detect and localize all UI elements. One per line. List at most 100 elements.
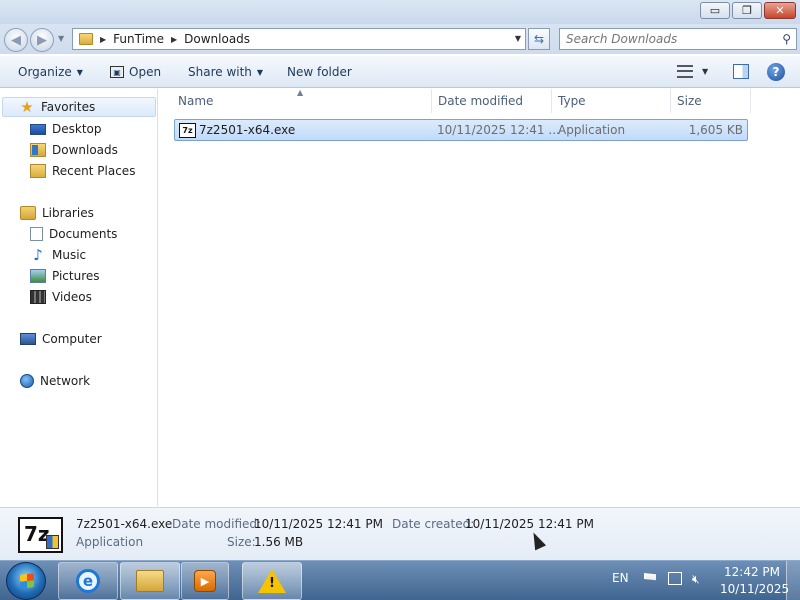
warning-icon: ! bbox=[258, 569, 286, 593]
details-size-value: 1.56 MB bbox=[254, 535, 304, 549]
clock-time[interactable]: 12:42 PM bbox=[724, 565, 780, 579]
sidebar-item-label: Network bbox=[40, 374, 91, 388]
sidebar-item-recent-places[interactable]: Recent Places bbox=[30, 161, 135, 181]
details-file-type: Application bbox=[76, 535, 144, 549]
maximize-button[interactable]: ❐ bbox=[732, 2, 762, 19]
breadcrumb-separator-icon[interactable]: ▶ bbox=[171, 35, 177, 44]
sidebar-item-desktop[interactable]: Desktop bbox=[30, 119, 102, 139]
sidebar-item-label: Documents bbox=[49, 227, 118, 241]
details-date-modified-value: 10/11/2025 12:41 PM bbox=[254, 517, 383, 531]
sidebar-item-favorites[interactable]: ★ Favorites bbox=[2, 97, 156, 117]
chevron-down-icon: ▼ bbox=[76, 67, 83, 77]
open-icon: ▣ bbox=[110, 66, 124, 78]
taskbar-media-player[interactable]: ▶ bbox=[181, 562, 229, 600]
details-file-name: 7z2501-x64.exe bbox=[76, 517, 173, 531]
recent-pages-dropdown-icon[interactable]: ▼ bbox=[58, 34, 68, 46]
film-strip-icon bbox=[30, 290, 46, 304]
title-bar: ▭ ❐ ✕ bbox=[0, 0, 800, 24]
preview-pane-icon[interactable] bbox=[733, 64, 749, 79]
details-date-created-label: Date created: bbox=[392, 517, 475, 531]
search-input[interactable] bbox=[560, 32, 770, 46]
taskbar-warning-app[interactable]: ! bbox=[242, 562, 302, 600]
file-list: ▲ Name Date modified Type Size 7z 7z2501… bbox=[160, 88, 800, 506]
sidebar-item-downloads[interactable]: Downloads bbox=[30, 140, 118, 160]
computer-icon bbox=[20, 333, 36, 345]
sidebar-item-music[interactable]: ♪ Music bbox=[30, 245, 86, 265]
show-desktop-button[interactable] bbox=[786, 561, 800, 600]
breadcrumb-downloads[interactable]: Downloads bbox=[184, 32, 250, 46]
minimize-button[interactable]: ▭ bbox=[700, 2, 730, 19]
close-button[interactable]: ✕ bbox=[764, 2, 796, 19]
search-icon[interactable]: ⚲ bbox=[782, 32, 791, 46]
sidebar-item-label: Recent Places bbox=[52, 164, 136, 178]
help-icon[interactable]: ? bbox=[767, 63, 785, 81]
network-status-icon[interactable] bbox=[668, 572, 682, 585]
file-name: 7z2501-x64.exe bbox=[199, 123, 296, 137]
start-button[interactable] bbox=[6, 562, 46, 600]
new-folder-button[interactable]: New folder bbox=[287, 65, 352, 79]
share-with-button[interactable]: Share with ▼ bbox=[188, 65, 263, 79]
taskbar-windows-explorer[interactable] bbox=[120, 562, 180, 600]
recent-places-icon bbox=[30, 164, 46, 178]
view-options-chevron-icon[interactable]: ▼ bbox=[702, 67, 708, 76]
network-globe-icon bbox=[20, 374, 34, 388]
back-button[interactable]: ◀ bbox=[4, 28, 28, 52]
music-note-icon: ♪ bbox=[33, 246, 43, 264]
taskbar-internet-explorer[interactable]: e bbox=[58, 562, 118, 600]
open-label: Open bbox=[129, 65, 162, 79]
column-header-date-modified[interactable]: Date modified bbox=[432, 89, 552, 113]
sidebar-item-documents[interactable]: Documents bbox=[30, 224, 117, 244]
change-view-icon[interactable] bbox=[677, 65, 693, 78]
details-date-modified-label: Date modified: bbox=[172, 517, 262, 531]
sidebar-item-label: Desktop bbox=[52, 122, 102, 136]
address-bar[interactable]: ▶ FunTime ▶ Downloads ▼ bbox=[72, 28, 526, 50]
file-row[interactable]: 7z 7z2501-x64.exe 10/11/2025 12:41 ... A… bbox=[174, 119, 748, 141]
sidebar-item-label: Computer bbox=[42, 332, 102, 346]
sidebar-item-label: Libraries bbox=[42, 206, 94, 220]
column-header-type[interactable]: Type bbox=[552, 89, 671, 113]
close-icon: ✕ bbox=[775, 4, 785, 17]
search-box[interactable]: ⚲ bbox=[559, 28, 797, 50]
chevron-down-icon: ▼ bbox=[256, 67, 264, 77]
navigation-pane: ★ Favorites Desktop Downloads Recent Pla… bbox=[0, 89, 158, 506]
language-indicator[interactable]: EN bbox=[612, 571, 629, 585]
media-player-icon: ▶ bbox=[194, 570, 216, 592]
sidebar-item-computer[interactable]: Computer bbox=[20, 329, 102, 349]
sidebar-item-label: Pictures bbox=[52, 269, 100, 283]
navigation-bar: ◀ ▶ ▼ ▶ FunTime ▶ Downloads ▼ ⇆ ⚲ bbox=[0, 24, 800, 54]
sidebar-item-label: Favorites bbox=[41, 100, 96, 114]
downloads-folder-icon bbox=[30, 143, 46, 157]
column-header-name[interactable]: Name bbox=[172, 89, 432, 113]
sidebar-item-pictures[interactable]: Pictures bbox=[30, 266, 100, 286]
sidebar-item-network[interactable]: Network bbox=[20, 371, 90, 391]
column-header-size[interactable]: Size bbox=[671, 89, 751, 113]
details-size-label: Size: bbox=[227, 535, 256, 549]
sidebar-item-videos[interactable]: Videos bbox=[30, 287, 92, 307]
refresh-button[interactable]: ⇆ bbox=[528, 28, 550, 50]
breadcrumb-separator-icon[interactable]: ▶ bbox=[100, 35, 106, 44]
forward-button[interactable]: ▶ bbox=[30, 28, 54, 52]
forward-arrow-icon: ▶ bbox=[37, 32, 47, 48]
7zip-executable-icon: 7z bbox=[179, 123, 196, 138]
sidebar-item-libraries[interactable]: Libraries bbox=[20, 203, 94, 223]
sidebar-item-label: Downloads bbox=[52, 143, 118, 157]
windows-explorer-icon bbox=[136, 570, 164, 592]
sidebar-item-label: Videos bbox=[52, 290, 92, 304]
desktop-icon bbox=[30, 123, 46, 135]
volume-muted-icon[interactable]: 🔇︎ bbox=[692, 572, 700, 587]
open-button[interactable]: ▣ Open bbox=[110, 65, 161, 79]
maximize-icon: ❐ bbox=[742, 4, 752, 17]
file-size: 1,605 KB bbox=[688, 123, 743, 137]
column-header-label: Name bbox=[178, 94, 214, 108]
back-arrow-icon: ◀ bbox=[11, 32, 21, 48]
clock-date[interactable]: 10/11/2025 bbox=[720, 582, 789, 596]
folder-icon bbox=[79, 33, 93, 45]
star-icon: ★ bbox=[20, 98, 34, 116]
file-date-modified: 10/11/2025 12:41 ... bbox=[437, 123, 560, 137]
address-dropdown-icon[interactable]: ▼ bbox=[515, 34, 521, 43]
window-controls: ▭ ❐ ✕ bbox=[700, 2, 796, 19]
breadcrumb-funtime[interactable]: FunTime bbox=[113, 32, 164, 46]
minimize-icon: ▭ bbox=[709, 4, 721, 17]
organize-button[interactable]: Organize ▼ bbox=[18, 65, 83, 79]
documents-icon bbox=[30, 227, 43, 241]
